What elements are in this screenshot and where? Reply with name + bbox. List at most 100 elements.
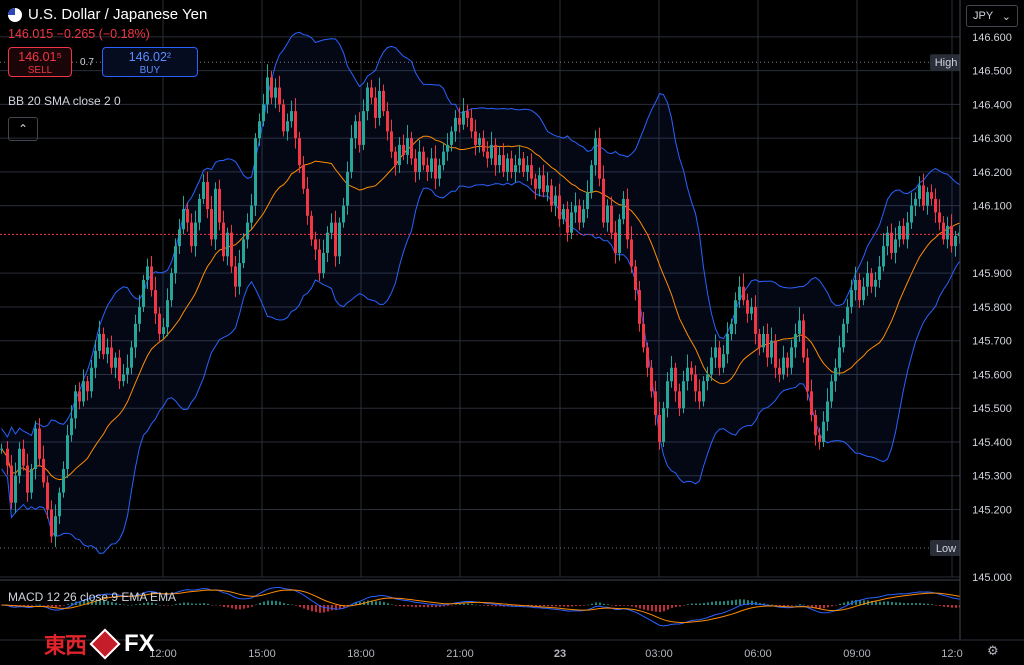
- candle-body: [582, 209, 585, 223]
- price-axis[interactable]: 146.600 146.500 146.400 146.300 146.200 146.1…: [959, 0, 1024, 665]
- macd-histogram-bar: [915, 603, 917, 605]
- macd-histogram-bar: [183, 602, 185, 605]
- candle-body: [222, 222, 225, 257]
- candle-body: [574, 205, 577, 213]
- candle-body: [134, 323, 137, 348]
- candle-body: [514, 165, 517, 172]
- candle-body: [150, 266, 153, 291]
- macd-histogram-bar: [679, 605, 681, 607]
- macd-histogram-bar: [739, 599, 741, 605]
- macd-histogram-bar: [611, 605, 613, 606]
- candle-body: [294, 111, 297, 139]
- candle-body: [218, 188, 221, 223]
- price-tick-label: 145.300: [972, 471, 1012, 483]
- candle-body: [178, 229, 181, 247]
- sell-button[interactable]: 146.01⁵ SELL: [8, 47, 72, 77]
- macd-indicator-label[interactable]: MACD 12 26 close 9 EMA EMA: [8, 590, 176, 604]
- macd-histogram-bar: [175, 604, 177, 605]
- candle-body: [270, 77, 273, 98]
- candle-body: [422, 151, 425, 166]
- candle-body: [482, 138, 485, 152]
- candle-body: [666, 381, 669, 409]
- gear-icon[interactable]: ⚙: [987, 643, 999, 659]
- candle-body: [450, 131, 453, 145]
- macd-histogram-bar: [407, 605, 409, 607]
- candle-body: [390, 131, 393, 152]
- candle-body: [306, 188, 309, 216]
- macd-histogram-bar: [555, 605, 557, 607]
- candle-body: [426, 165, 429, 172]
- candle-body: [358, 121, 361, 145]
- time-tick-label: 09:00: [843, 648, 871, 660]
- candle-body: [14, 475, 17, 503]
- candle-body: [926, 192, 929, 206]
- candle-body: [818, 435, 821, 442]
- candle-body: [502, 155, 505, 172]
- macd-histogram-bar: [803, 604, 805, 606]
- macd-histogram-bar: [451, 605, 453, 606]
- broker-logo: 東西 FX: [44, 628, 155, 660]
- candle-body: [302, 165, 305, 189]
- candle-body: [854, 279, 857, 291]
- macd-histogram-bar: [59, 605, 61, 607]
- candle-body: [82, 381, 85, 402]
- candle-body: [922, 185, 925, 206]
- currency-select[interactable]: JPY ⌄: [966, 5, 1018, 27]
- candle-body: [234, 266, 237, 287]
- candle-body: [598, 138, 601, 179]
- candle-body: [602, 178, 605, 223]
- macd-histogram-bar: [943, 605, 945, 607]
- candle-body: [314, 239, 317, 250]
- macd-histogram-bar: [395, 605, 397, 606]
- candle-body: [674, 367, 677, 392]
- candle-body: [830, 381, 833, 402]
- candle-body: [22, 448, 25, 466]
- macd-histogram-bar: [251, 605, 253, 607]
- macd-histogram-bar: [171, 604, 173, 606]
- candle-body: [586, 192, 589, 210]
- macd-histogram-bar: [491, 605, 493, 606]
- candle-body: [850, 290, 853, 307]
- macd-histogram-bar: [179, 603, 181, 605]
- macd-histogram-bar: [311, 605, 313, 612]
- candle-body: [238, 263, 241, 287]
- macd-histogram-bar: [279, 601, 281, 605]
- macd-histogram-bar: [831, 605, 833, 607]
- macd-histogram-bar: [807, 605, 809, 606]
- time-tick-label: 06:00: [744, 648, 772, 660]
- candle-body: [942, 222, 945, 240]
- candle-body: [754, 306, 757, 334]
- macd-histogram-bar: [727, 600, 729, 605]
- candle-body: [862, 286, 865, 301]
- sell-label: SELL: [27, 65, 53, 76]
- us-flag-icon: [8, 7, 22, 22]
- candle-body: [246, 222, 249, 240]
- collapse-indicators-button[interactable]: ⌃: [8, 117, 38, 141]
- candle-body: [630, 239, 633, 267]
- macd-histogram-bar: [655, 605, 657, 612]
- candle-body: [894, 239, 897, 253]
- candle-body: [570, 212, 573, 233]
- macd-histogram-bar: [651, 605, 653, 612]
- price-tick-label: 145.500: [972, 403, 1012, 415]
- candle-body: [62, 468, 65, 493]
- candle-body: [370, 87, 373, 98]
- macd-histogram-bar: [411, 605, 413, 607]
- candle-body: [954, 236, 957, 247]
- candle-body: [350, 138, 353, 172]
- candle-body: [454, 117, 457, 132]
- buy-button[interactable]: 146.02² BUY: [101, 47, 198, 77]
- candle-body: [110, 347, 113, 368]
- candle-body: [686, 367, 689, 382]
- macd-histogram-bar: [579, 605, 581, 606]
- macd-histogram-bar: [699, 603, 701, 605]
- candle-body: [78, 391, 81, 402]
- macd-histogram-bar: [923, 603, 925, 605]
- candle-body: [214, 188, 217, 240]
- bb-indicator-label[interactable]: BB 20 SMA close 2 0: [8, 94, 121, 108]
- candle-body: [470, 117, 473, 132]
- price-chart[interactable]: High146.525146.165146.060146.01502:06145…: [0, 0, 1024, 665]
- macd-histogram-bar: [383, 602, 385, 605]
- candle-body: [322, 252, 325, 274]
- macd-histogram-bar: [839, 603, 841, 605]
